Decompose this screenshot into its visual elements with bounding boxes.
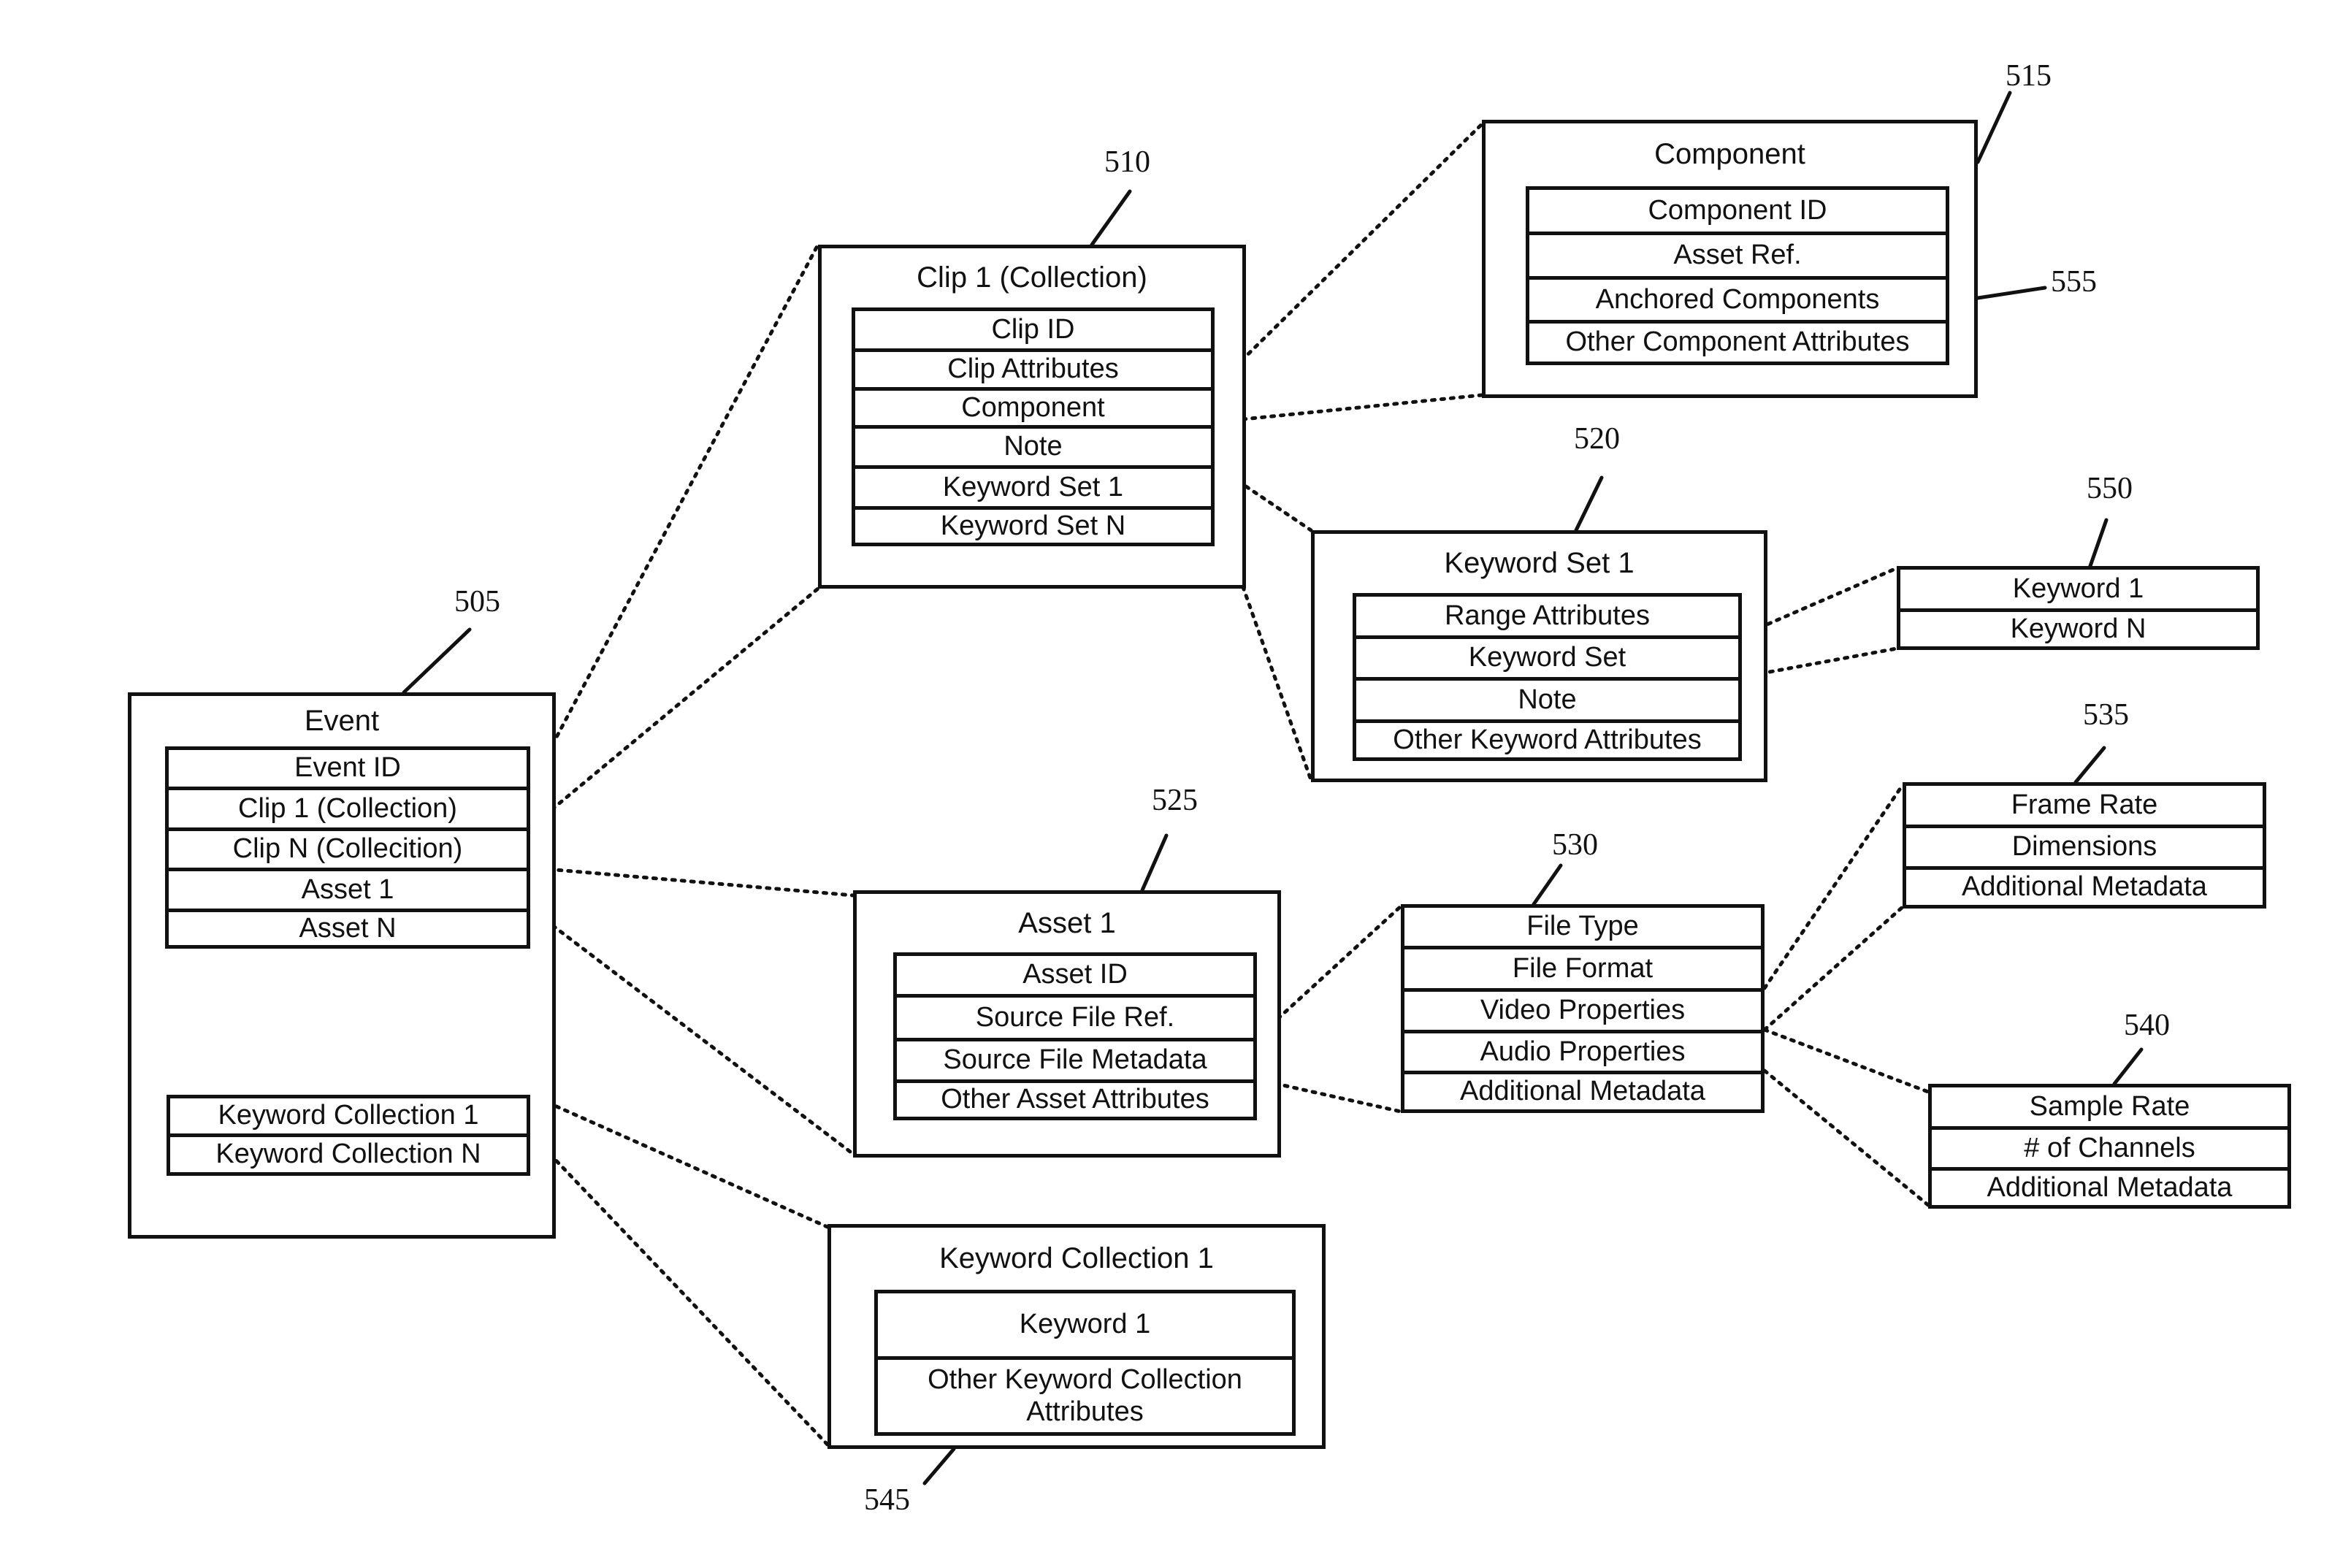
component-title: Component [1654,138,1805,170]
keyword-set-fields: Range Attributes Keyword Set Note Other … [1353,593,1742,761]
event-keyword-collection-1: Keyword Collection 1 [167,1095,530,1137]
clip-title: Clip 1 (Collection) [917,261,1147,294]
connector-clip-component-top [1212,122,1484,389]
data-structure-diagram: Event Event ID Clip 1 (Collection) Clip … [0,0,2332,1568]
leader-510 [1090,189,1132,247]
audio-field-sample-rate: Sample Rate [1928,1084,2291,1130]
event-field-asset-n: Asset N [165,909,530,949]
component-fields: Component ID Asset Ref. Anchored Compone… [1526,186,1949,365]
keyword-set-field-note: Note [1353,677,1742,723]
metadata-field-additional: Additional Metadata [1401,1071,1765,1113]
event-keyword-collection-n: Keyword Collection N [167,1133,530,1176]
metadata-field-file-format: File Format [1401,946,1765,992]
ref-505: 505 [454,585,500,619]
audio-field-channels: # of Channels [1928,1126,2291,1171]
event-fields: Event ID Clip 1 (Collection) Clip N (Col… [165,746,530,949]
keyword-collection-fields: Keyword 1 Other Keyword Collection Attri… [874,1290,1296,1436]
ref-555: 555 [2051,265,2097,299]
metadata-field-file-type: File Type [1401,904,1765,949]
keyword-set-field-keyword-set: Keyword Set [1353,635,1742,681]
video-properties-fields: Frame Rate Dimensions Additional Metadat… [1903,782,2266,909]
asset-field-other-attributes: Other Asset Attributes [893,1079,1257,1120]
clip-field-note: Note [852,425,1215,469]
keyword-collection-title: Keyword Collection 1 [939,1242,1214,1274]
event-keyword-collections: Keyword Collection 1 Keyword Collection … [167,1095,530,1176]
ref-550: 550 [2087,472,2133,505]
connector-metadata-audio-top [1762,1028,1930,1094]
keywords-list: Keyword 1 Keyword N [1897,566,2260,650]
leader-515 [1976,91,2012,164]
ref-540: 540 [2124,1009,2170,1042]
keyword-n: Keyword N [1897,608,2260,650]
connector-clip-component-bottom [1212,393,1484,424]
event-field-asset-1: Asset 1 [165,868,530,912]
leader-505 [402,627,472,695]
clip-field-clip-id: Clip ID [852,307,1215,352]
leader-520 [1574,475,1604,532]
video-field-frame-rate: Frame Rate [1903,782,2266,828]
event-field-event-id: Event ID [165,746,530,790]
leader-540 [2112,1047,2144,1086]
audio-field-additional: Additional Metadata [1928,1167,2291,1209]
leader-550 [2088,518,2109,568]
leader-525 [1140,833,1169,892]
ref-515: 515 [2006,59,2052,93]
clip-fields: Clip ID Clip Attributes Component Note K… [852,307,1215,546]
component-field-other-attributes: Other Component Attributes [1526,320,1949,365]
clip-field-component: Component [852,387,1215,429]
leader-530 [1532,863,1563,906]
clip-field-keyword-set-n: Keyword Set N [852,506,1215,546]
leader-535 [2073,746,2106,784]
ref-510: 510 [1104,145,1150,179]
asset-fields: Asset ID Source File Ref. Source File Me… [893,952,1257,1120]
source-metadata-fields: File Type File Format Video Properties A… [1401,904,1765,1113]
video-field-additional: Additional Metadata [1903,866,2266,909]
event-title: Event [304,705,380,737]
keyword-collection-field-other-attributes: Other Keyword Collection Attributes [874,1356,1296,1436]
component-field-asset-ref: Asset Ref. [1526,232,1949,280]
connector-event-kc-bottom [528,1131,830,1447]
clip-field-clip-attributes: Clip Attributes [852,348,1215,391]
component-field-anchored-components: Anchored Components [1526,276,1949,324]
metadata-field-audio-properties: Audio Properties [1401,1030,1765,1074]
keyword-collection-field-keyword-1: Keyword 1 [874,1290,1296,1360]
connector-event-clip1-top [528,242,820,789]
keyword-1: Keyword 1 [1897,566,2260,612]
connector-event-asset1-top [528,865,855,898]
component-field-id: Component ID [1526,186,1949,235]
keyword-set-field-other-attributes: Other Keyword Attributes [1353,719,1742,761]
audio-properties-fields: Sample Rate # of Channels Additional Met… [1928,1084,2291,1209]
ref-535: 535 [2083,698,2129,732]
connector-metadata-video-bottom [1762,905,1905,1032]
asset-field-source-file-metadata: Source File Metadata [893,1038,1257,1083]
connector-metadata-video-top [1762,783,1905,990]
ref-525: 525 [1152,784,1198,817]
ref-530: 530 [1552,828,1598,862]
event-field-clip-1: Clip 1 (Collection) [165,787,530,831]
asset-field-source-file-ref: Source File Ref. [893,994,1257,1041]
connector-event-asset1-bottom [528,906,855,1156]
ref-520: 520 [1574,422,1620,456]
leader-545 [922,1447,956,1485]
event-field-clip-n: Clip N (Collecition) [165,827,530,871]
keyword-set-title: Keyword Set 1 [1444,547,1635,579]
keyword-set-field-range-attributes: Range Attributes [1353,593,1742,639]
ref-545: 545 [864,1483,910,1517]
asset-title: Asset 1 [1018,907,1116,939]
connector-event-kc-top [528,1093,830,1229]
connector-metadata-audio-bottom [1762,1068,1930,1207]
metadata-field-video-properties: Video Properties [1401,988,1765,1033]
clip-field-keyword-set-1: Keyword Set 1 [852,465,1215,510]
video-field-dimensions: Dimensions [1903,825,2266,870]
asset-field-asset-id: Asset ID [893,952,1257,998]
